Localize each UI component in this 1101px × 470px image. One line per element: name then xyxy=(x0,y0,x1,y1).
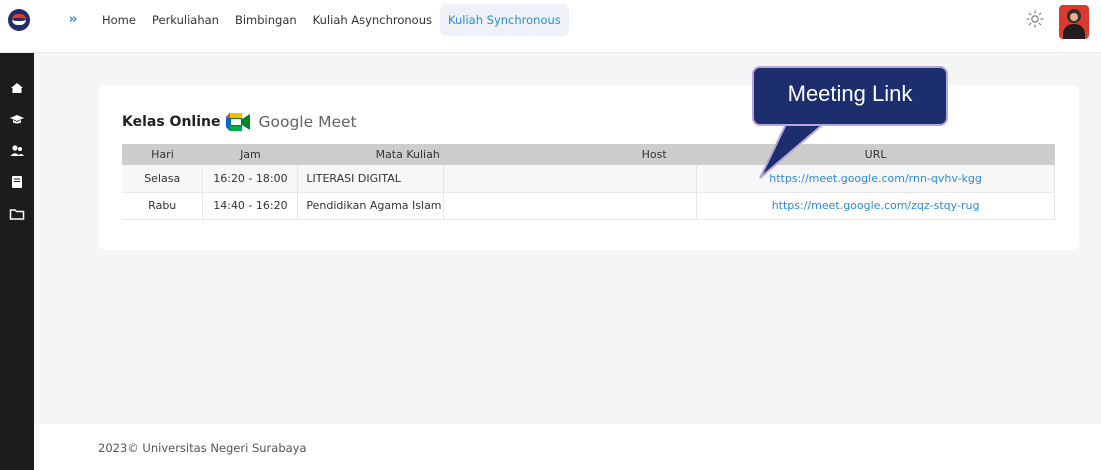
meeting-link-callout: Meeting Link xyxy=(752,66,948,126)
nav-home[interactable]: Home xyxy=(94,4,144,36)
unesa-logo[interactable] xyxy=(8,9,30,31)
cell-hari: Rabu xyxy=(122,192,204,220)
class-table: Hari Jam Mata Kuliah Host URL Selasa 16:… xyxy=(122,144,1055,220)
table-row: Selasa 16:20 - 18:00 LITERASI DIGITAL ht… xyxy=(122,165,1055,193)
sidebar xyxy=(0,53,34,470)
nav-kuliah-synchronous[interactable]: Kuliah Synchronous xyxy=(440,4,569,36)
double-chevron-right-icon[interactable]: ›› xyxy=(62,10,82,30)
page-title: Kelas Online xyxy=(122,114,221,130)
table-header-row: Hari Jam Mata Kuliah Host URL xyxy=(122,144,1055,165)
google-meet-label: Google Meet xyxy=(258,113,357,131)
cell-host xyxy=(443,165,698,193)
column-header-jam: Jam xyxy=(202,144,298,165)
top-navbar: ›› Home Perkuliahan Bimbingan Kuliah Asy… xyxy=(0,0,1101,53)
column-header-host: Host xyxy=(443,144,697,165)
sun-icon[interactable] xyxy=(1026,10,1044,28)
users-icon[interactable] xyxy=(8,142,26,160)
cell-hari: Selasa xyxy=(122,165,204,193)
table-row: Rabu 14:40 - 16:20 Pendidikan Agama Isla… xyxy=(122,192,1055,220)
cell-jam: 14:40 - 16:20 xyxy=(202,192,299,220)
google-meet-icon xyxy=(226,113,251,131)
graduation-cap-icon[interactable] xyxy=(8,110,26,128)
cell-host xyxy=(443,192,698,220)
book-icon[interactable] xyxy=(8,173,26,191)
cell-jam: 16:20 - 18:00 xyxy=(202,165,299,193)
home-icon[interactable] xyxy=(8,79,26,97)
card-title: Kelas Online Google Meet xyxy=(122,113,357,131)
user-avatar[interactable] xyxy=(1059,5,1089,39)
footer: 2023© Universitas Negeri Surabaya xyxy=(34,424,1101,470)
callout-pointer xyxy=(759,120,832,179)
main-nav: Home Perkuliahan Bimbingan Kuliah Asynch… xyxy=(94,4,569,36)
callout-label: Meeting Link xyxy=(787,81,913,106)
nav-bimbingan[interactable]: Bimbingan xyxy=(227,4,305,36)
column-header-mata-kuliah: Mata Kuliah xyxy=(297,144,444,165)
nav-kuliah-asynchronous[interactable]: Kuliah Asynchronous xyxy=(305,4,440,36)
nav-perkuliahan[interactable]: Perkuliahan xyxy=(144,4,227,36)
folder-icon[interactable] xyxy=(8,205,26,223)
footer-copyright: 2023© Universitas Negeri Surabaya xyxy=(98,441,307,455)
meeting-link[interactable]: https://meet.google.com/zqz-stqy-rug xyxy=(696,192,1055,220)
cell-mata-kuliah: LITERASI DIGITAL xyxy=(297,165,445,193)
cell-mata-kuliah: Pendidikan Agama Islam xyxy=(297,192,445,220)
column-header-hari: Hari xyxy=(122,144,203,165)
